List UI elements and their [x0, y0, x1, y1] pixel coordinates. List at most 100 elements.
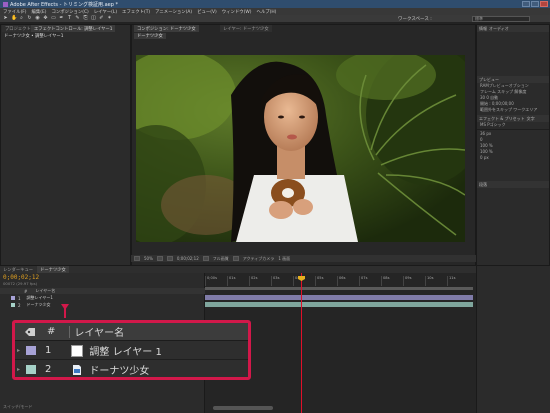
zoom-tool-icon[interactable]: ⌕	[19, 16, 24, 21]
snapshot-icon[interactable]	[202, 256, 209, 261]
comp-subtab[interactable]: ドーナツ少女	[134, 33, 166, 39]
layer-row-2[interactable]: 2 ドーナツ少女	[0, 302, 205, 308]
callout-layer-name: ドーナツ少女	[89, 366, 150, 377]
rotate-tool-icon[interactable]: ↻	[27, 16, 32, 21]
zoom-select[interactable]	[134, 256, 140, 261]
ruler-tick: 03s	[271, 276, 293, 286]
composition-viewer[interactable]	[136, 55, 465, 242]
font-select[interactable]: MS Pゴシック	[477, 122, 549, 128]
ruler-tick: 09s	[403, 276, 425, 286]
camera-select[interactable]: アクティブカメラ	[243, 256, 275, 262]
label-color-chip	[26, 346, 37, 355]
callout-connector	[64, 307, 66, 318]
window-title: Adobe After Effects - トリミング検証用.aep *	[10, 1, 118, 8]
camera-tool-icon[interactable]: ◉	[35, 16, 40, 21]
timeline-zoom-slider[interactable]	[213, 406, 273, 410]
expand-arrow-icon: ▸	[17, 366, 21, 373]
rectangle-tool-icon[interactable]: ▭	[51, 16, 56, 21]
resolution-select[interactable]: フル画質	[213, 256, 229, 262]
layer-bar-1[interactable]	[205, 295, 473, 300]
ruler-tick: 05s	[315, 276, 337, 286]
tab-preview[interactable]: プレビュー	[479, 77, 499, 82]
tab-project[interactable]: プロジェクト	[2, 25, 34, 32]
text-tool-icon[interactable]: T	[67, 16, 72, 21]
minimize-button[interactable]	[522, 1, 530, 7]
paragraph-panel	[476, 266, 550, 413]
callout-layer-index: 1	[45, 345, 52, 356]
menu-composition[interactable]: コンポジション(C)	[52, 9, 89, 15]
close-button[interactable]	[540, 1, 548, 7]
work-area-bar[interactable]	[205, 287, 473, 290]
clone-tool-icon[interactable]: ⎘	[83, 16, 88, 21]
comp-timecode[interactable]: 0;00;02;12	[177, 256, 199, 261]
label-tag-icon	[24, 327, 36, 337]
column-divider	[69, 325, 71, 338]
layer-row-1[interactable]: 1 調整レイヤー1	[0, 295, 205, 301]
mask-toggle-icon[interactable]	[166, 256, 173, 261]
roto-brush-tool-icon[interactable]: ✐	[99, 16, 104, 21]
maximize-button[interactable]	[531, 1, 539, 7]
puppet-tool-icon[interactable]: ✶	[107, 16, 112, 21]
menu-view[interactable]: ビュー(V)	[197, 9, 217, 15]
zoom-value[interactable]: 50%	[144, 256, 153, 261]
layer-name[interactable]: ドーナツ少女	[27, 302, 51, 308]
layer-bar-2[interactable]	[205, 302, 473, 307]
eraser-tool-icon[interactable]: ◫	[91, 16, 96, 21]
column-number: #	[24, 288, 28, 294]
callout-layer-index: 2	[45, 364, 52, 375]
region-of-interest-icon[interactable]	[232, 256, 239, 261]
menu-animation[interactable]: アニメーション(A)	[155, 9, 192, 15]
pen-tool-icon[interactable]: ✒	[59, 16, 64, 21]
tab-character[interactable]: 文字	[527, 116, 535, 121]
menu-window[interactable]: ウィンドウ(W)	[222, 9, 252, 15]
current-time-indicator[interactable]	[301, 273, 302, 413]
timeline-timecode[interactable]: 0;00;02;12	[3, 274, 39, 281]
menu-edit[interactable]: 編集(E)	[32, 9, 47, 15]
workspace-label: ワークスペース :	[398, 17, 432, 22]
tab-layer[interactable]: レイヤー: ドーナツ少女	[220, 25, 272, 32]
tab-composition[interactable]: コンポジション: ドーナツ少女	[134, 25, 199, 32]
expand-arrow-icon: ▸	[17, 347, 21, 354]
label-color-chip	[26, 365, 37, 374]
effect-controls-subtitle: ドーナツ少女 • 調整レイヤー1	[4, 34, 64, 39]
title-bar: Adobe After Effects - トリミング検証用.aep *	[0, 0, 550, 8]
callout-row-1: ▸ 1 調整 レイヤー 1	[15, 342, 248, 360]
menu-layer[interactable]: レイヤー(L)	[94, 9, 117, 15]
menu-help[interactable]: ヘルプ(H)	[256, 9, 276, 15]
time-ruler[interactable]: 0;00s 01s 02s 03s 04s 05s 06s 07s 08s 09…	[205, 276, 476, 286]
pan-behind-tool-icon[interactable]: ✥	[43, 16, 48, 21]
menu-file[interactable]: ファイル(F)	[3, 9, 27, 15]
label-color-chip[interactable]	[11, 303, 15, 307]
video-frame-image	[136, 55, 465, 242]
layer-name[interactable]: 調整レイヤー1	[27, 295, 53, 301]
column-layer-name: レイヤー名	[35, 288, 56, 293]
tab-audio[interactable]: オーディオ	[489, 26, 509, 31]
grid-toggle-icon[interactable]	[156, 256, 163, 261]
timeline-frame-count: 00072 (29.97 fps)	[3, 281, 38, 286]
ruler-tick: 10s	[425, 276, 447, 286]
ruler-tick: 11s	[447, 276, 469, 286]
label-color-chip[interactable]	[11, 296, 15, 300]
layer-index: 1	[18, 295, 21, 301]
hand-tool-icon[interactable]: ✋	[11, 16, 17, 21]
tab-effects-presets[interactable]: エフェクト & プリセット	[479, 116, 525, 121]
ruler-tick: 07s	[359, 276, 381, 286]
brush-tool-icon[interactable]: ✎	[75, 16, 80, 21]
baseline-shift-field[interactable]: 0 px	[477, 155, 549, 161]
tab-timeline-comp[interactable]: ドーナツ少女	[37, 266, 69, 273]
tab-paragraph[interactable]: 段落	[479, 182, 487, 187]
solid-white-icon	[71, 344, 84, 357]
tab-effect-controls[interactable]: エフェクトコントロール: 調整レイヤー1	[31, 25, 116, 32]
workspace-select[interactable]: 標準	[472, 16, 530, 22]
project-panel: プロジェクト エフェクトコントロール: 調整レイヤー1 ドーナツ少女 • 調整レ…	[0, 24, 131, 266]
preview-option-5[interactable]: 範囲外をスキップ ワークエリア	[477, 107, 549, 113]
selection-tool-icon[interactable]: ➤	[3, 16, 8, 21]
tab-info[interactable]: 情報	[479, 26, 487, 31]
ruler-tick: 02s	[249, 276, 271, 286]
menu-effect[interactable]: エフェクト(T)	[122, 9, 150, 15]
tab-render-queue[interactable]: レンダーキュー	[0, 266, 37, 273]
views-select[interactable]: 1 画面	[278, 256, 290, 262]
menu-bar: ファイル(F) 編集(E) コンポジション(C) レイヤー(L) エフェクト(T…	[0, 8, 550, 15]
callout-column-name: レイヤー名	[74, 328, 125, 339]
switches-modes-toggle[interactable]: スイッチ/モード	[3, 404, 32, 410]
